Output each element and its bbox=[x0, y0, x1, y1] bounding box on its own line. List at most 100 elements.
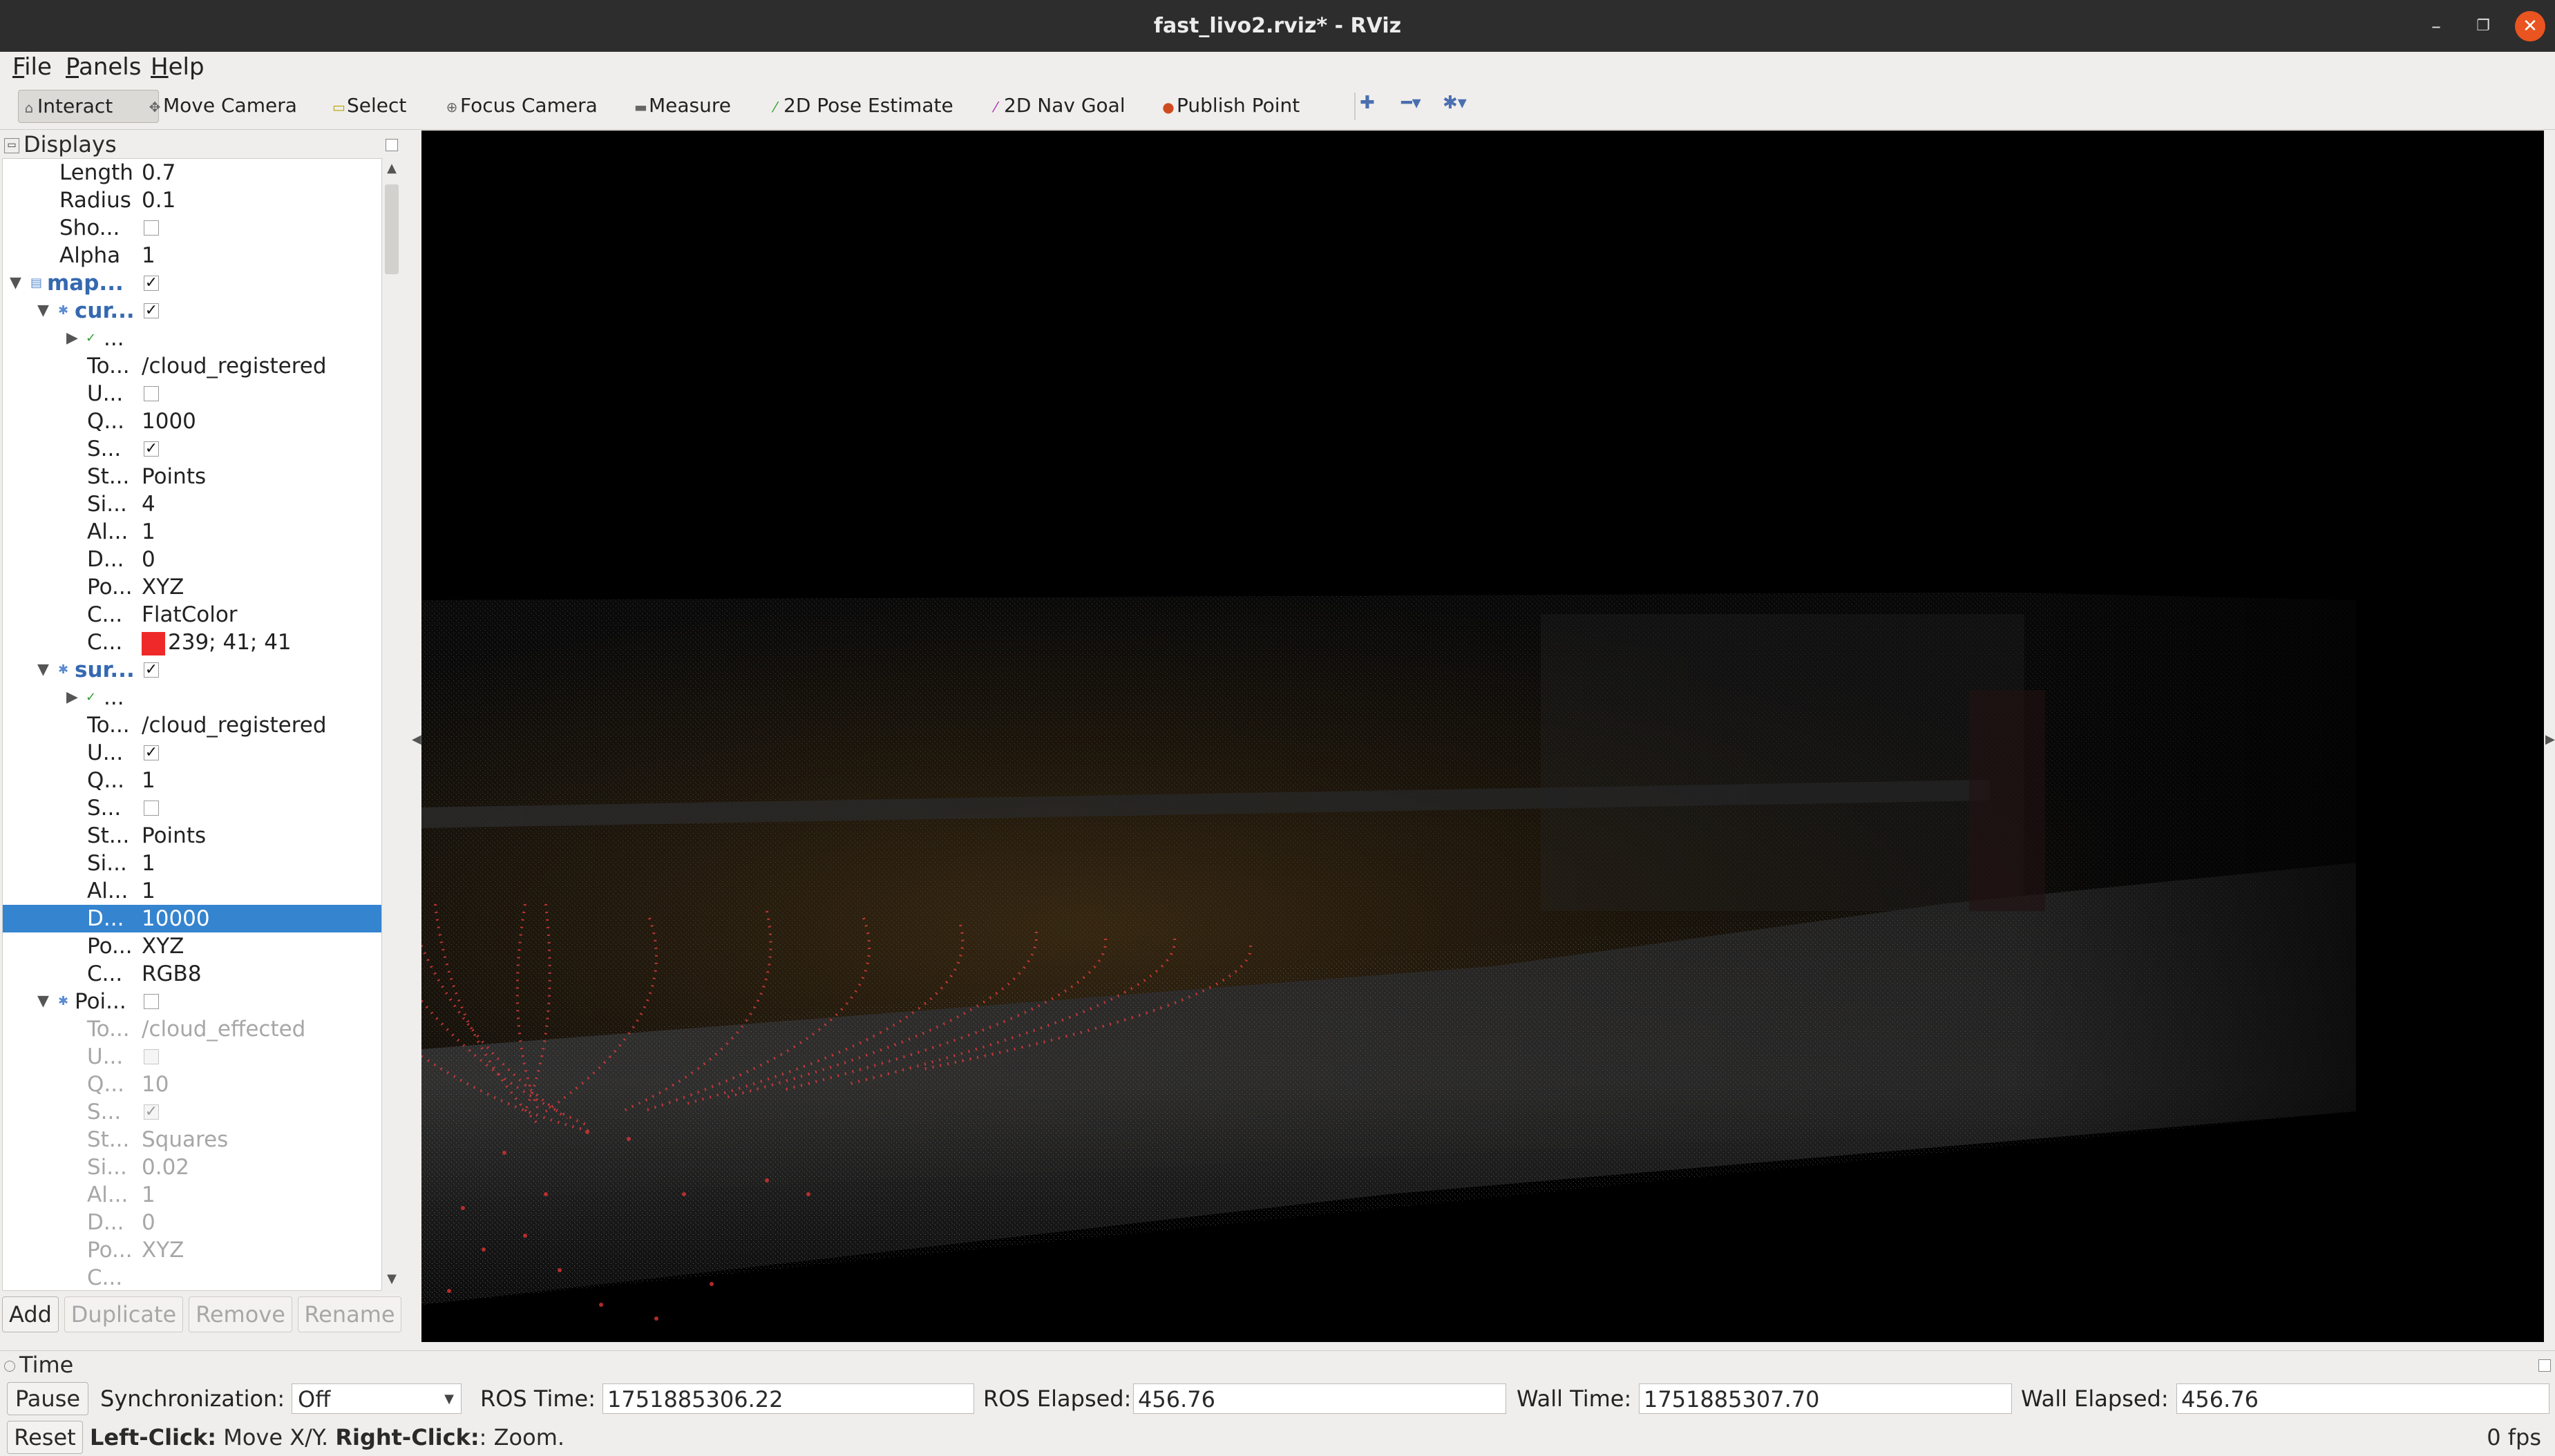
measure-tool[interactable]: ▬Measure bbox=[634, 90, 731, 122]
minimize-icon[interactable]: – bbox=[2421, 11, 2451, 41]
row-value[interactable]: Squares bbox=[142, 1126, 228, 1153]
tree-row[interactable]: Al... 1 bbox=[3, 877, 381, 905]
checkbox[interactable] bbox=[144, 1049, 159, 1064]
wall-elapsed-field[interactable]: 456.76 bbox=[2176, 1383, 2549, 1414]
tool-properties-icon[interactable]: ✱▾ bbox=[1443, 93, 1467, 113]
right-dock-handle-icon[interactable]: ▶ bbox=[2545, 732, 2555, 747]
tree-row[interactable]: U... bbox=[3, 1043, 381, 1071]
remove-tool-icon[interactable]: ━▾ bbox=[1401, 93, 1421, 113]
tree-row[interactable]: U... bbox=[3, 380, 381, 408]
row-value[interactable]: 0 bbox=[142, 1209, 155, 1236]
row-value[interactable]: 0.1 bbox=[142, 186, 175, 214]
scroll-up-icon[interactable]: ▲ bbox=[382, 158, 401, 179]
reset-button[interactable]: Reset bbox=[7, 1421, 83, 1454]
tree-row[interactable]: Al... 1 bbox=[3, 1181, 381, 1209]
row-value[interactable]: XYZ bbox=[142, 932, 184, 960]
row-value[interactable]: 10 bbox=[142, 1071, 169, 1098]
checkbox[interactable]: ✓ bbox=[144, 1104, 159, 1120]
tree-row[interactable]: S... ✓ bbox=[3, 1098, 381, 1126]
tree-row[interactable]: Length 0.7 bbox=[3, 159, 381, 186]
tree-row[interactable]: Alpha 1 bbox=[3, 242, 381, 269]
row-value[interactable]: 1 bbox=[142, 877, 155, 905]
tree-row[interactable]: ▶ ✓... bbox=[3, 684, 381, 711]
row-value[interactable]: /cloud_registered bbox=[142, 711, 327, 739]
tree-row[interactable]: Radius 0.1 bbox=[3, 186, 381, 214]
row-value[interactable]: 4 bbox=[142, 490, 155, 518]
panel-toggle-icon[interactable]: ▭ bbox=[4, 138, 19, 153]
row-value[interactable]: RGB8 bbox=[142, 960, 202, 988]
ros-time-field[interactable]: 1751885306.22 bbox=[602, 1383, 974, 1414]
row-value[interactable]: 1 bbox=[142, 850, 155, 877]
tree-row[interactable]: C... bbox=[3, 1264, 381, 1290]
tree-row[interactable]: Q... 10 bbox=[3, 1071, 381, 1098]
scroll-thumb[interactable] bbox=[385, 184, 399, 274]
remove-button[interactable]: Remove bbox=[189, 1296, 292, 1332]
tree-row[interactable]: Si... 0.02 bbox=[3, 1153, 381, 1181]
tree-row[interactable]: Po... XYZ bbox=[3, 932, 381, 960]
color-swatch[interactable] bbox=[142, 631, 165, 655]
checkbox[interactable] bbox=[144, 386, 159, 401]
expand-right-icon[interactable]: ▶ bbox=[66, 684, 78, 711]
checkbox[interactable] bbox=[144, 994, 159, 1009]
tree-row[interactable]: ▼ ✱ Poi... bbox=[3, 988, 381, 1015]
tree-row[interactable]: ▶ ✓... bbox=[3, 325, 381, 352]
expand-right-icon[interactable]: ▶ bbox=[66, 325, 78, 352]
tree-row[interactable]: D... 0 bbox=[3, 1209, 381, 1236]
checkbox[interactable]: ✓ bbox=[144, 441, 159, 457]
panel-close-icon[interactable] bbox=[386, 139, 398, 151]
row-value[interactable]: 1 bbox=[142, 1181, 155, 1209]
tree-row[interactable]: ▼ ✱ sur... ✓ bbox=[3, 656, 381, 684]
row-value[interactable]: Points bbox=[142, 822, 206, 850]
nav-goal-tool[interactable]: ⁄ 2D Nav Goal bbox=[989, 90, 1125, 122]
render-view[interactable] bbox=[421, 131, 2544, 1342]
tree-row[interactable]: C... RGB8 bbox=[3, 960, 381, 988]
duplicate-button[interactable]: Duplicate bbox=[64, 1296, 183, 1332]
menu-help[interactable]: Help bbox=[151, 52, 205, 83]
wall-time-field[interactable]: 1751885307.70 bbox=[1639, 1383, 2012, 1414]
tree-row[interactable]: Si... 4 bbox=[3, 490, 381, 518]
checkbox[interactable] bbox=[144, 220, 159, 236]
menu-file[interactable]: File bbox=[12, 52, 52, 83]
expand-down-icon[interactable]: ▼ bbox=[37, 297, 49, 325]
tree-row[interactable]: Po... XYZ bbox=[3, 573, 381, 601]
row-value[interactable]: 0 bbox=[142, 546, 155, 573]
tree-row[interactable]: C... 239; 41; 41 bbox=[3, 629, 381, 656]
row-value[interactable]: 10000 bbox=[142, 905, 210, 932]
select-tool[interactable]: ▭Select bbox=[332, 90, 406, 122]
checkbox[interactable]: ✓ bbox=[144, 745, 159, 760]
tree-row[interactable]: Q... 1 bbox=[3, 767, 381, 794]
tree-row[interactable]: Po... XYZ bbox=[3, 1236, 381, 1264]
checkbox[interactable]: ✓ bbox=[144, 662, 159, 678]
expand-down-icon[interactable]: ▼ bbox=[10, 269, 21, 297]
splitter-handle-icon[interactable]: ◀ bbox=[412, 732, 421, 747]
tree-row[interactable]: S... bbox=[3, 794, 381, 822]
tree-row[interactable]: Q... 1000 bbox=[3, 408, 381, 435]
row-value[interactable]: /cloud_effected bbox=[142, 1015, 305, 1043]
ros-elapsed-field[interactable]: 456.76 bbox=[1133, 1383, 1506, 1414]
tree-row[interactable]: Si... 1 bbox=[3, 850, 381, 877]
tree-row[interactable]: To... /cloud_effected bbox=[3, 1015, 381, 1043]
scroll-down-icon[interactable]: ▼ bbox=[382, 1269, 401, 1290]
tree-row[interactable]: ▼ ▤ map... ✓ bbox=[3, 269, 381, 297]
tree-row[interactable]: St... Points bbox=[3, 463, 381, 490]
expand-down-icon[interactable]: ▼ bbox=[37, 988, 49, 1015]
focus-camera-tool[interactable]: ⊕ Focus Camera bbox=[446, 90, 598, 122]
row-value[interactable]: Points bbox=[142, 463, 206, 490]
add-button[interactable]: Add bbox=[2, 1296, 59, 1332]
row-value[interactable]: 1 bbox=[142, 767, 155, 794]
checkbox[interactable]: ✓ bbox=[144, 303, 159, 318]
row-value[interactable]: XYZ bbox=[142, 573, 184, 601]
close-icon[interactable]: ✕ bbox=[2515, 11, 2545, 41]
add-tool-icon[interactable]: ✚ bbox=[1360, 93, 1375, 113]
tree-row[interactable]: U... ✓ bbox=[3, 739, 381, 767]
tree-row[interactable]: Sho... bbox=[3, 214, 381, 242]
row-value[interactable]: /cloud_registered bbox=[142, 352, 327, 380]
checkbox[interactable]: ✓ bbox=[144, 276, 159, 291]
row-value[interactable]: 0.7 bbox=[142, 159, 175, 186]
expand-down-icon[interactable]: ▼ bbox=[37, 656, 49, 684]
tree-row[interactable]: S... ✓ bbox=[3, 435, 381, 463]
move-camera-tool[interactable]: ✥ Move Camera bbox=[149, 90, 297, 122]
pause-button[interactable]: Pause bbox=[7, 1382, 88, 1415]
tree-row[interactable]: Al... 1 bbox=[3, 518, 381, 546]
row-value[interactable]: XYZ bbox=[142, 1236, 184, 1264]
